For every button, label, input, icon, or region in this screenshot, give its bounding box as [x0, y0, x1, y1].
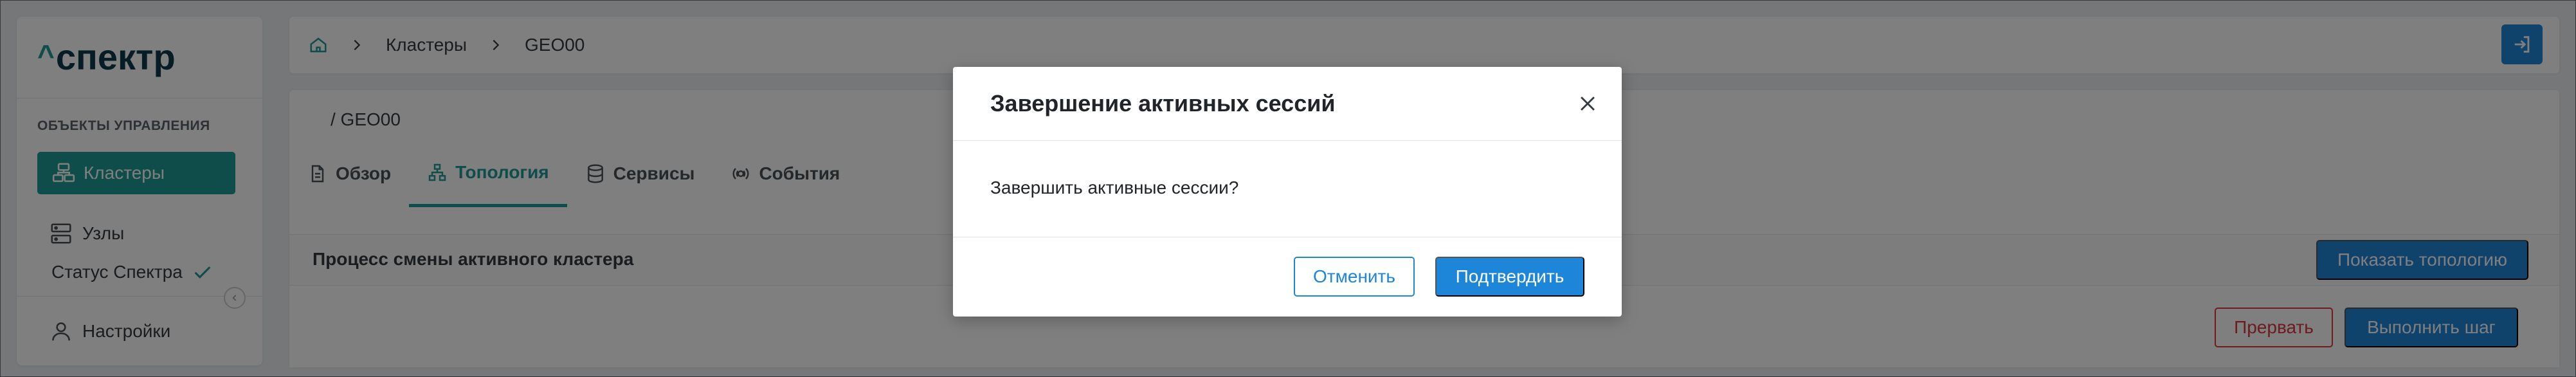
modal-header: Завершение активных сессий [953, 67, 1622, 141]
cancel-button[interactable]: Отменить [1294, 257, 1415, 297]
modal-title: Завершение активных сессий [990, 90, 1336, 116]
end-sessions-dialog: Завершение активных сессий Завершить акт… [953, 67, 1622, 317]
modal-message: Завершить активные сессии? [990, 178, 1239, 198]
confirm-button[interactable]: Подтвердить [1435, 257, 1584, 297]
modal-footer: Отменить Подтвердить [953, 237, 1622, 317]
close-icon[interactable] [1577, 93, 1599, 115]
